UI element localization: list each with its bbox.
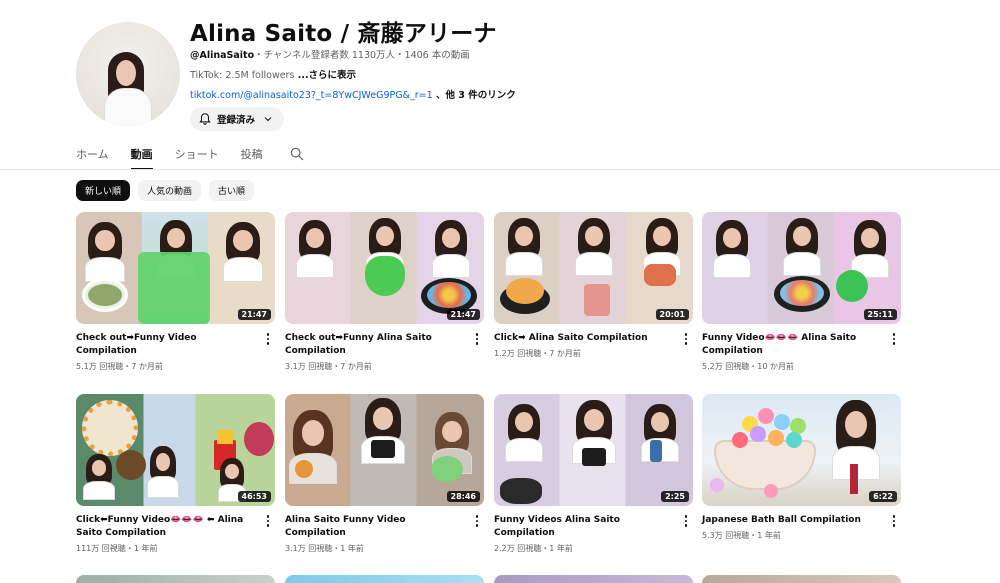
- video-thumbnail[interactable]: [76, 575, 275, 583]
- more-vert-icon[interactable]: [889, 331, 899, 347]
- more-vert-icon[interactable]: [681, 331, 691, 347]
- video-card[interactable]: 6:22 Japanese Bath Ball Compilation 5.3万…: [702, 394, 901, 541]
- channel-tabs: ホーム 動画 ショート 投稿: [76, 140, 305, 170]
- video-title[interactable]: Click⬅Funny Video👄👄👄 ⬅ Alina Saito Compi…: [76, 514, 254, 540]
- video-title[interactable]: Funny Video👄👄👄 Alina Saito Compilation: [702, 332, 880, 358]
- channel-avatar[interactable]: [76, 22, 180, 126]
- show-more-link[interactable]: ...さらに表示: [294, 70, 356, 81]
- subscribed-button[interactable]: 登録済み: [190, 107, 285, 131]
- subscribed-label: 登録済み: [217, 115, 256, 126]
- video-card[interactable]: 46:53 Click⬅Funny Video👄👄👄 ⬅ Alina Saito…: [76, 394, 275, 554]
- more-vert-icon[interactable]: [681, 513, 691, 529]
- video-stats: 111万 回視聴・1 年前: [76, 544, 158, 553]
- video-duration: 20:01: [655, 309, 689, 320]
- video-thumbnail[interactable]: [285, 575, 484, 583]
- chip-newest[interactable]: 新しい順: [76, 180, 131, 201]
- video-thumbnail[interactable]: [494, 575, 693, 583]
- video-duration: 6:22: [869, 491, 897, 502]
- other-links[interactable]: 、他 3 件のリンク: [433, 90, 516, 101]
- chip-popular[interactable]: 人気の動画: [138, 180, 202, 201]
- video-card[interactable]: [702, 575, 901, 583]
- video-card[interactable]: 2:25 Funny Videos Alina Saito Compilatio…: [494, 394, 693, 554]
- more-vert-icon[interactable]: [889, 513, 899, 529]
- tab-home[interactable]: ホーム: [76, 140, 109, 170]
- description-text: TikTok: 2.5M followers: [190, 70, 295, 81]
- video-thumbnail[interactable]: 46:53: [76, 394, 275, 506]
- channel-description[interactable]: TikTok: 2.5M followers ...さらに表示: [190, 67, 356, 81]
- video-card[interactable]: 21:47 Check out➡Funny Alina Saito Compil…: [285, 212, 484, 372]
- tab-shorts[interactable]: ショート: [175, 140, 219, 170]
- channel-stats: ・チャンネル登録者数 1130万人・1406 本の動画: [254, 50, 470, 61]
- channel-meta: @AlinaSaito・チャンネル登録者数 1130万人・1406 本の動画: [190, 47, 470, 61]
- video-stats: 3.1万 回視聴・7 か月前: [285, 362, 372, 371]
- video-stats: 5.1万 回視聴・7 か月前: [76, 362, 163, 371]
- chip-oldest[interactable]: 古い順: [209, 180, 255, 201]
- tab-posts[interactable]: 投稿: [241, 140, 263, 170]
- more-vert-icon[interactable]: [472, 513, 482, 529]
- video-title[interactable]: Funny Videos Alina Saito Compilation: [494, 514, 672, 540]
- video-thumbnail[interactable]: 21:47: [76, 212, 275, 324]
- video-title[interactable]: Check out➡Funny Alina Saito Compilation: [285, 332, 463, 358]
- video-thumbnail[interactable]: 21:47: [285, 212, 484, 324]
- video-thumbnail[interactable]: [702, 575, 901, 583]
- video-duration: 46:53: [237, 491, 271, 502]
- video-duration: 21:47: [446, 309, 480, 320]
- tab-videos[interactable]: 動画: [130, 140, 153, 170]
- channel-name: Alina Saito / 斎藤アリーナ: [190, 21, 497, 47]
- video-card[interactable]: [285, 575, 484, 583]
- bell-icon: [199, 113, 211, 125]
- more-vert-icon[interactable]: [263, 513, 273, 529]
- tabs-divider: [0, 169, 1000, 170]
- video-title[interactable]: Click➡ Alina Saito Compilation: [494, 332, 672, 345]
- video-duration: 21:47: [237, 309, 271, 320]
- channel-handle[interactable]: @AlinaSaito: [190, 50, 254, 61]
- video-thumbnail[interactable]: 2:25: [494, 394, 693, 506]
- video-stats: 1.2万 回視聴・7 か月前: [494, 349, 581, 358]
- search-icon[interactable]: [289, 146, 305, 162]
- video-card[interactable]: 20:01 Click➡ Alina Saito Compilation 1.2…: [494, 212, 693, 359]
- video-card[interactable]: [76, 575, 275, 583]
- video-title[interactable]: Alina Saito Funny Video Compilation: [285, 514, 463, 540]
- video-card[interactable]: 28:46 Alina Saito Funny Video Compilatio…: [285, 394, 484, 554]
- video-thumbnail[interactable]: 20:01: [494, 212, 693, 324]
- more-vert-icon[interactable]: [263, 331, 273, 347]
- channel-links: tiktok.com/@alinasaito23?_t=8YwCJWeG9PG&…: [190, 87, 516, 101]
- video-stats: 3.1万 回視聴・1 年前: [285, 544, 364, 553]
- video-thumbnail[interactable]: 6:22: [702, 394, 901, 506]
- video-stats: 2.2万 回視聴・1 年前: [494, 544, 573, 553]
- video-card[interactable]: 25:11 Funny Video👄👄👄 Alina Saito Compila…: [702, 212, 901, 372]
- more-vert-icon[interactable]: [472, 331, 482, 347]
- video-title[interactable]: Japanese Bath Ball Compilation: [702, 514, 880, 527]
- video-stats: 5.3万 回視聴・1 年前: [702, 531, 781, 540]
- video-card[interactable]: 21:47 Check out➡Funny Video Compilation …: [76, 212, 275, 372]
- video-duration: 2:25: [661, 491, 689, 502]
- video-stats: 5.2万 回視聴・10 か月前: [702, 362, 794, 371]
- external-link[interactable]: tiktok.com/@alinasaito23?_t=8YwCJWeG9PG&…: [190, 90, 433, 101]
- chevron-down-icon: [264, 117, 272, 122]
- video-card[interactable]: [494, 575, 693, 583]
- video-thumbnail[interactable]: 28:46: [285, 394, 484, 506]
- video-duration: 25:11: [863, 309, 897, 320]
- video-thumbnail[interactable]: 25:11: [702, 212, 901, 324]
- video-duration: 28:46: [446, 491, 480, 502]
- sort-chips: 新しい順 人気の動画 古い順: [76, 180, 255, 201]
- video-title[interactable]: Check out➡Funny Video Compilation: [76, 332, 254, 358]
